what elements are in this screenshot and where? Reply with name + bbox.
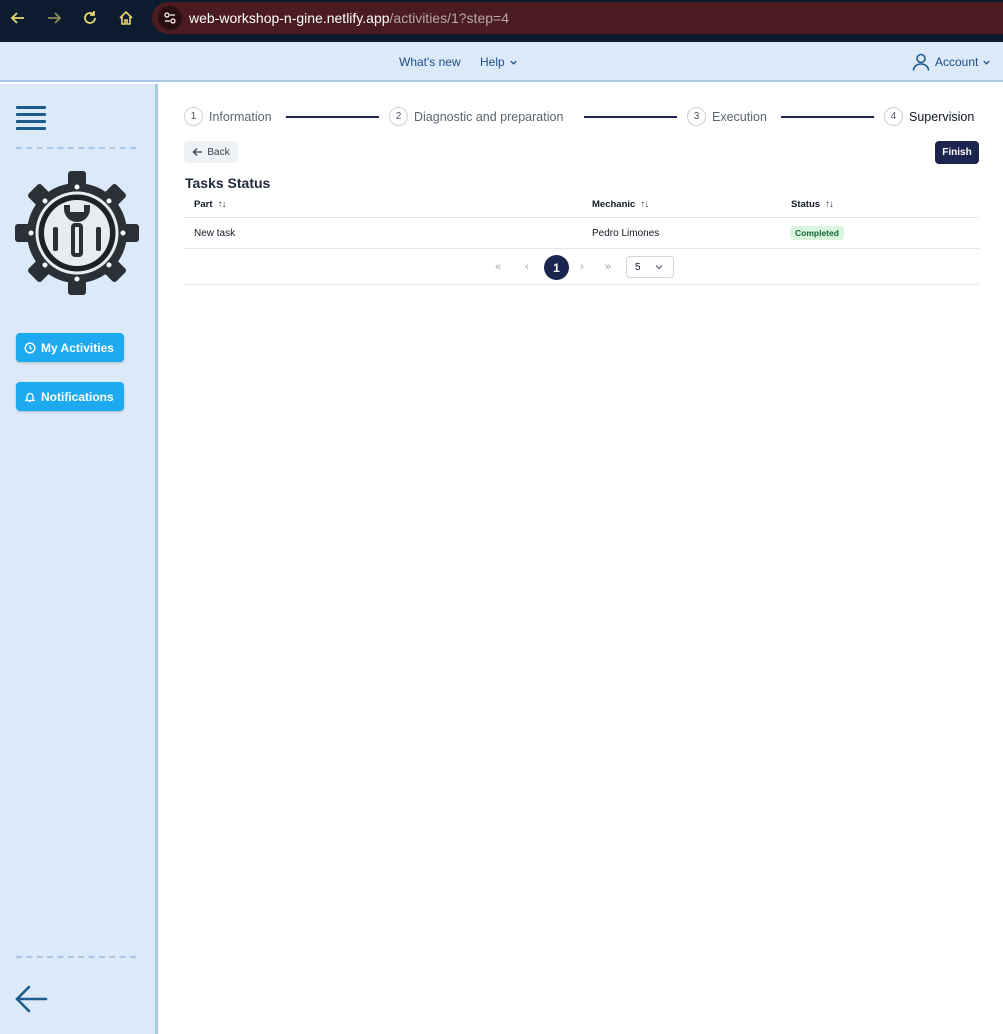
forward-arrow-icon[interactable] [42, 6, 66, 30]
reload-icon[interactable] [78, 6, 102, 30]
browser-toolbar: web-workshop-n-gine.netlify.app/activiti… [0, 0, 1003, 42]
chevron-down-icon [510, 60, 517, 65]
help-menu[interactable]: Help [480, 55, 518, 69]
step-number: 1 [184, 107, 203, 126]
step-information[interactable]: 1 Information [184, 107, 272, 126]
account-label: Account [935, 55, 979, 69]
notifications-label: Notifications [41, 389, 114, 404]
sort-icon[interactable]: ↑↓ [825, 199, 834, 210]
step-connector [286, 116, 379, 118]
step-label: Diagnostic and preparation [414, 109, 564, 124]
step-diagnostic[interactable]: 2 Diagnostic and preparation [389, 107, 563, 126]
home-icon[interactable] [114, 6, 138, 30]
url-path: /activities/1?step=4 [389, 10, 509, 26]
url-host: web-workshop-n-gine.netlify.app [189, 10, 390, 26]
page-size-select[interactable]: 5 [626, 256, 674, 278]
page-button-current[interactable]: 1 [544, 255, 569, 280]
url-text: web-workshop-n-gine.netlify.app/activiti… [189, 10, 509, 26]
sidebar-divider [16, 956, 136, 958]
sidebar: My Activities Notifications [0, 84, 158, 1034]
status-badge: Completed [790, 226, 844, 240]
step-connector [584, 116, 677, 118]
step-label: Execution [712, 109, 767, 124]
arrow-left-icon [192, 148, 203, 156]
sort-icon[interactable]: ↑↓ [217, 199, 226, 210]
gear-wrench-logo [15, 171, 139, 295]
collapse-sidebar-arrow-icon[interactable] [14, 984, 48, 1014]
column-header-status[interactable]: Status ↑↓ [791, 192, 834, 217]
prev-page-button[interactable]: ‹ [525, 256, 529, 278]
cell-status: Completed [790, 218, 844, 248]
back-button[interactable]: Back [184, 141, 238, 163]
account-menu[interactable]: Account [911, 52, 991, 72]
table-header: Part ↑↓ Mechanic ↑↓ Status ↑↓ [184, 192, 979, 218]
my-activities-label: My Activities [41, 340, 114, 355]
bell-icon [24, 392, 36, 402]
whats-new-link[interactable]: What's new [399, 55, 461, 69]
step-supervision[interactable]: 4 Supervision [884, 107, 974, 126]
next-page-button[interactable]: › [580, 256, 584, 278]
last-page-button[interactable]: » [605, 256, 611, 278]
help-label: Help [480, 55, 505, 69]
tasks-table: Part ↑↓ Mechanic ↑↓ Status ↑↓ New task P… [184, 192, 979, 249]
finish-label: Finish [942, 147, 972, 158]
step-label: Supervision [909, 109, 975, 124]
step-number: 4 [884, 107, 903, 126]
notifications-button[interactable]: Notifications [16, 382, 124, 411]
cell-mechanic: Pedro Limones [592, 227, 660, 239]
site-settings-icon[interactable] [158, 6, 182, 30]
page-size-value: 5 [635, 261, 641, 273]
column-header-mechanic[interactable]: Mechanic ↑↓ [592, 192, 649, 217]
top-navbar: What's new Help Account [0, 42, 1003, 82]
my-activities-button[interactable]: My Activities [16, 333, 124, 362]
clock-icon [24, 341, 36, 354]
first-page-button[interactable]: « [495, 256, 501, 278]
address-bar[interactable]: web-workshop-n-gine.netlify.app/activiti… [152, 2, 1003, 34]
pagination: « ‹ 1 › » 5 [184, 249, 979, 285]
cell-part: New task [194, 227, 236, 239]
user-icon [912, 53, 930, 71]
tasks-status-title: Tasks Status [185, 175, 271, 191]
column-header-part[interactable]: Part ↑↓ [194, 192, 226, 217]
chevron-down-icon [983, 60, 991, 65]
step-label: Information [209, 109, 272, 124]
table-row[interactable]: New task Pedro Limones Completed [184, 218, 979, 249]
step-connector [781, 116, 874, 118]
chevron-down-icon [655, 265, 663, 270]
step-number: 3 [687, 107, 706, 126]
whats-new-label: What's new [399, 55, 461, 69]
sort-icon[interactable]: ↑↓ [640, 199, 649, 210]
column-label: Mechanic [592, 199, 636, 210]
step-number: 2 [389, 107, 408, 126]
hamburger-menu-icon[interactable] [16, 106, 46, 130]
sidebar-divider [16, 147, 136, 149]
back-label: Back [207, 146, 230, 158]
column-label: Status [791, 199, 821, 210]
finish-button[interactable]: Finish [935, 141, 979, 164]
column-label: Part [194, 199, 213, 210]
back-arrow-icon[interactable] [6, 6, 30, 30]
activity-stepper: 1 Information 2 Diagnostic and preparati… [184, 107, 979, 127]
step-execution[interactable]: 3 Execution [687, 107, 767, 126]
